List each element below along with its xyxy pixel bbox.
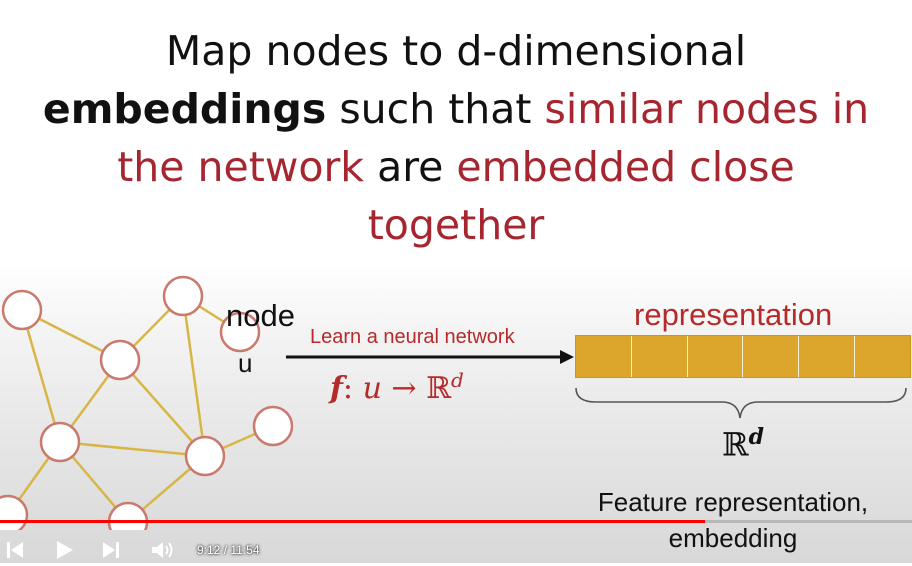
title-highlight: together: [367, 201, 545, 249]
title-bold-word: embeddings: [42, 85, 327, 133]
progress-bar[interactable]: [0, 520, 912, 523]
real-space-label: ℝd: [722, 424, 764, 464]
time-display: 9:12 / 11:54: [197, 543, 260, 557]
vector-cell: [855, 336, 910, 377]
mapping-function: f: u → ℝd: [330, 368, 464, 406]
skip-previous-icon: [7, 542, 23, 558]
title-highlight: similar nodes in: [544, 85, 870, 133]
graph-edge: [181, 295, 207, 457]
slide: Map nodes to d-dimensional embeddings su…: [0, 0, 912, 563]
graph-node: [1, 289, 43, 331]
play-icon: [57, 541, 73, 559]
title-highlight: embedded close: [456, 143, 795, 191]
vector-cell: [687, 336, 744, 377]
skip-next-icon: [103, 542, 119, 558]
graph-node: [39, 421, 81, 463]
vector-cell: [576, 336, 632, 377]
arrow-right-icon: [286, 350, 574, 364]
volume-icon: [152, 542, 173, 558]
volume-button[interactable]: [150, 539, 176, 561]
embedding-vector: [575, 335, 911, 378]
representation-label: representation: [634, 297, 833, 332]
slide-title: Map nodes to d-dimensional embeddings su…: [42, 27, 870, 249]
video-controls: 9:12 / 11:54: [0, 520, 912, 563]
graph-edge: [59, 440, 206, 458]
progress-fill: [0, 520, 706, 523]
vector-cell: [631, 336, 688, 377]
title-highlight: the network: [117, 143, 365, 191]
vector-cell: [799, 336, 856, 377]
next-button[interactable]: [100, 540, 122, 560]
learn-network-label: Learn a neural network: [310, 326, 515, 348]
graph-edge: [20, 309, 62, 443]
node-label: node: [226, 298, 295, 333]
node-u-label: u: [238, 348, 253, 378]
brace-icon: [575, 387, 907, 419]
current-time: 9:12: [197, 543, 221, 557]
vector-cell: [743, 336, 800, 377]
graph-node: [99, 339, 141, 381]
graph-node: [252, 405, 294, 447]
graph-node: [184, 435, 226, 477]
previous-button[interactable]: [4, 540, 26, 560]
play-button[interactable]: [52, 538, 76, 562]
duration: 11:54: [230, 543, 260, 557]
graph-node: [162, 275, 204, 317]
